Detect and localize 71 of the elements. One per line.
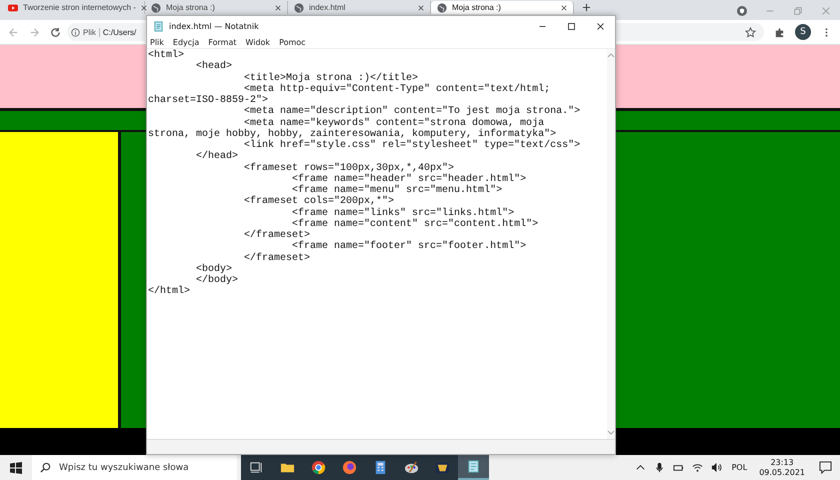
code-line: </frameset>	[243, 230, 310, 241]
globe-icon	[437, 2, 447, 12]
palette-icon	[404, 460, 419, 475]
menu-item[interactable]: Plik	[150, 38, 164, 46]
code-line: strona, moje hobby, hobby, zainteresowania, komputery, informatyka">	[148, 128, 556, 140]
menu-item[interactable]: Edycja	[172, 38, 200, 46]
taskbar-app[interactable]	[458, 455, 489, 480]
windows-start-icon[interactable]	[10, 462, 22, 474]
code-line: </html>	[148, 286, 190, 298]
window-title: index.html — Notatnik	[169, 22, 259, 30]
notepad-icon	[153, 20, 164, 32]
code-line: <frame name="footer" src="footer.html">	[291, 241, 526, 252]
battery-icon[interactable]	[672, 462, 684, 473]
notepad-icon	[466, 459, 481, 474]
puzzle-icon[interactable]	[774, 26, 785, 38]
code-line: <frame name="links" src="links.html">	[291, 208, 514, 218]
code-line: </head>	[195, 151, 238, 162]
chrome-icon	[311, 460, 326, 475]
code-line: </body>	[195, 275, 238, 286]
close-icon[interactable]	[561, 4, 567, 10]
profile-avatar[interactable]: S	[795, 24, 811, 40]
code-line: <link href="style.css" rel="stylesheet" type="text/css">	[243, 140, 580, 152]
reload-icon[interactable]	[50, 26, 61, 38]
code-line: <frameset rows="100px,30px,*,40px">	[243, 162, 454, 174]
globe-icon	[294, 2, 304, 12]
browser-tab[interactable]: Tworzenie stron internetowych -	[2, 1, 145, 14]
browser-tab[interactable]: Moja strona :)	[431, 1, 574, 14]
code-line: <meta name="description" content="To jest moja strona.">	[243, 106, 580, 118]
search-field[interactable]: Wpisz tu wyszukiwane słowa	[32, 455, 237, 480]
search-icon	[40, 462, 51, 473]
close-icon[interactable]	[140, 4, 147, 10]
menu-item[interactable]: Format	[208, 38, 236, 46]
microphone-icon[interactable]	[654, 462, 665, 473]
menu-item[interactable]: Widok	[246, 38, 270, 46]
clock[interactable]: 23:13 09.05.2021	[759, 458, 805, 478]
speaker-icon[interactable]	[710, 462, 722, 473]
new-tab-button[interactable]	[582, 3, 591, 12]
menu-item[interactable]: Pomoc	[279, 38, 306, 46]
close-icon[interactable]	[275, 4, 281, 10]
shield-icon[interactable]	[737, 6, 747, 16]
game-icon	[435, 460, 450, 475]
star-icon[interactable]	[745, 26, 756, 38]
globe-icon	[151, 2, 161, 12]
code-line: <html>	[148, 50, 184, 62]
code-line: </frameset>	[243, 252, 310, 264]
task-view-icon	[249, 460, 264, 475]
code-line: <meta http-equiv="Content-Type" content="text/html;	[244, 84, 550, 95]
code-line: <frame name="menu" src="menu.html">	[292, 185, 502, 196]
maximize-icon[interactable]	[567, 22, 576, 30]
info-icon	[71, 28, 80, 36]
close-icon[interactable]	[596, 22, 605, 30]
wifi-icon[interactable]	[692, 462, 703, 473]
code-line: <frame name="header" src="header.html">	[291, 174, 526, 185]
code-line: charset=ISO-8859-2">	[148, 95, 268, 106]
code-line: <body>	[195, 264, 232, 275]
close-icon[interactable]	[418, 4, 424, 10]
language-indicator[interactable]: POL	[732, 463, 748, 472]
code-line: <frameset cols="200px,*">	[243, 196, 394, 208]
calculator-icon	[373, 460, 388, 475]
browser-tab[interactable]: index.html	[288, 1, 431, 14]
notification-icon[interactable]	[819, 461, 832, 474]
code-line: <frame name="content" src="content.html">	[292, 218, 538, 230]
browser-tab[interactable]: Moja strona :)	[145, 1, 288, 14]
clock-date: 09.05.2021	[759, 468, 805, 478]
address-bar[interactable]: Plik C:/Users/	[67, 23, 145, 41]
clock-time: 23:13	[770, 458, 794, 468]
firefox-icon	[342, 460, 357, 475]
video-icon	[8, 2, 18, 12]
code-line: <head>	[195, 61, 232, 72]
code-line: <title>Moja strona :)</title>	[243, 72, 418, 84]
code-line: <meta name="keywords" content="strona domowa, moja	[243, 118, 544, 128]
